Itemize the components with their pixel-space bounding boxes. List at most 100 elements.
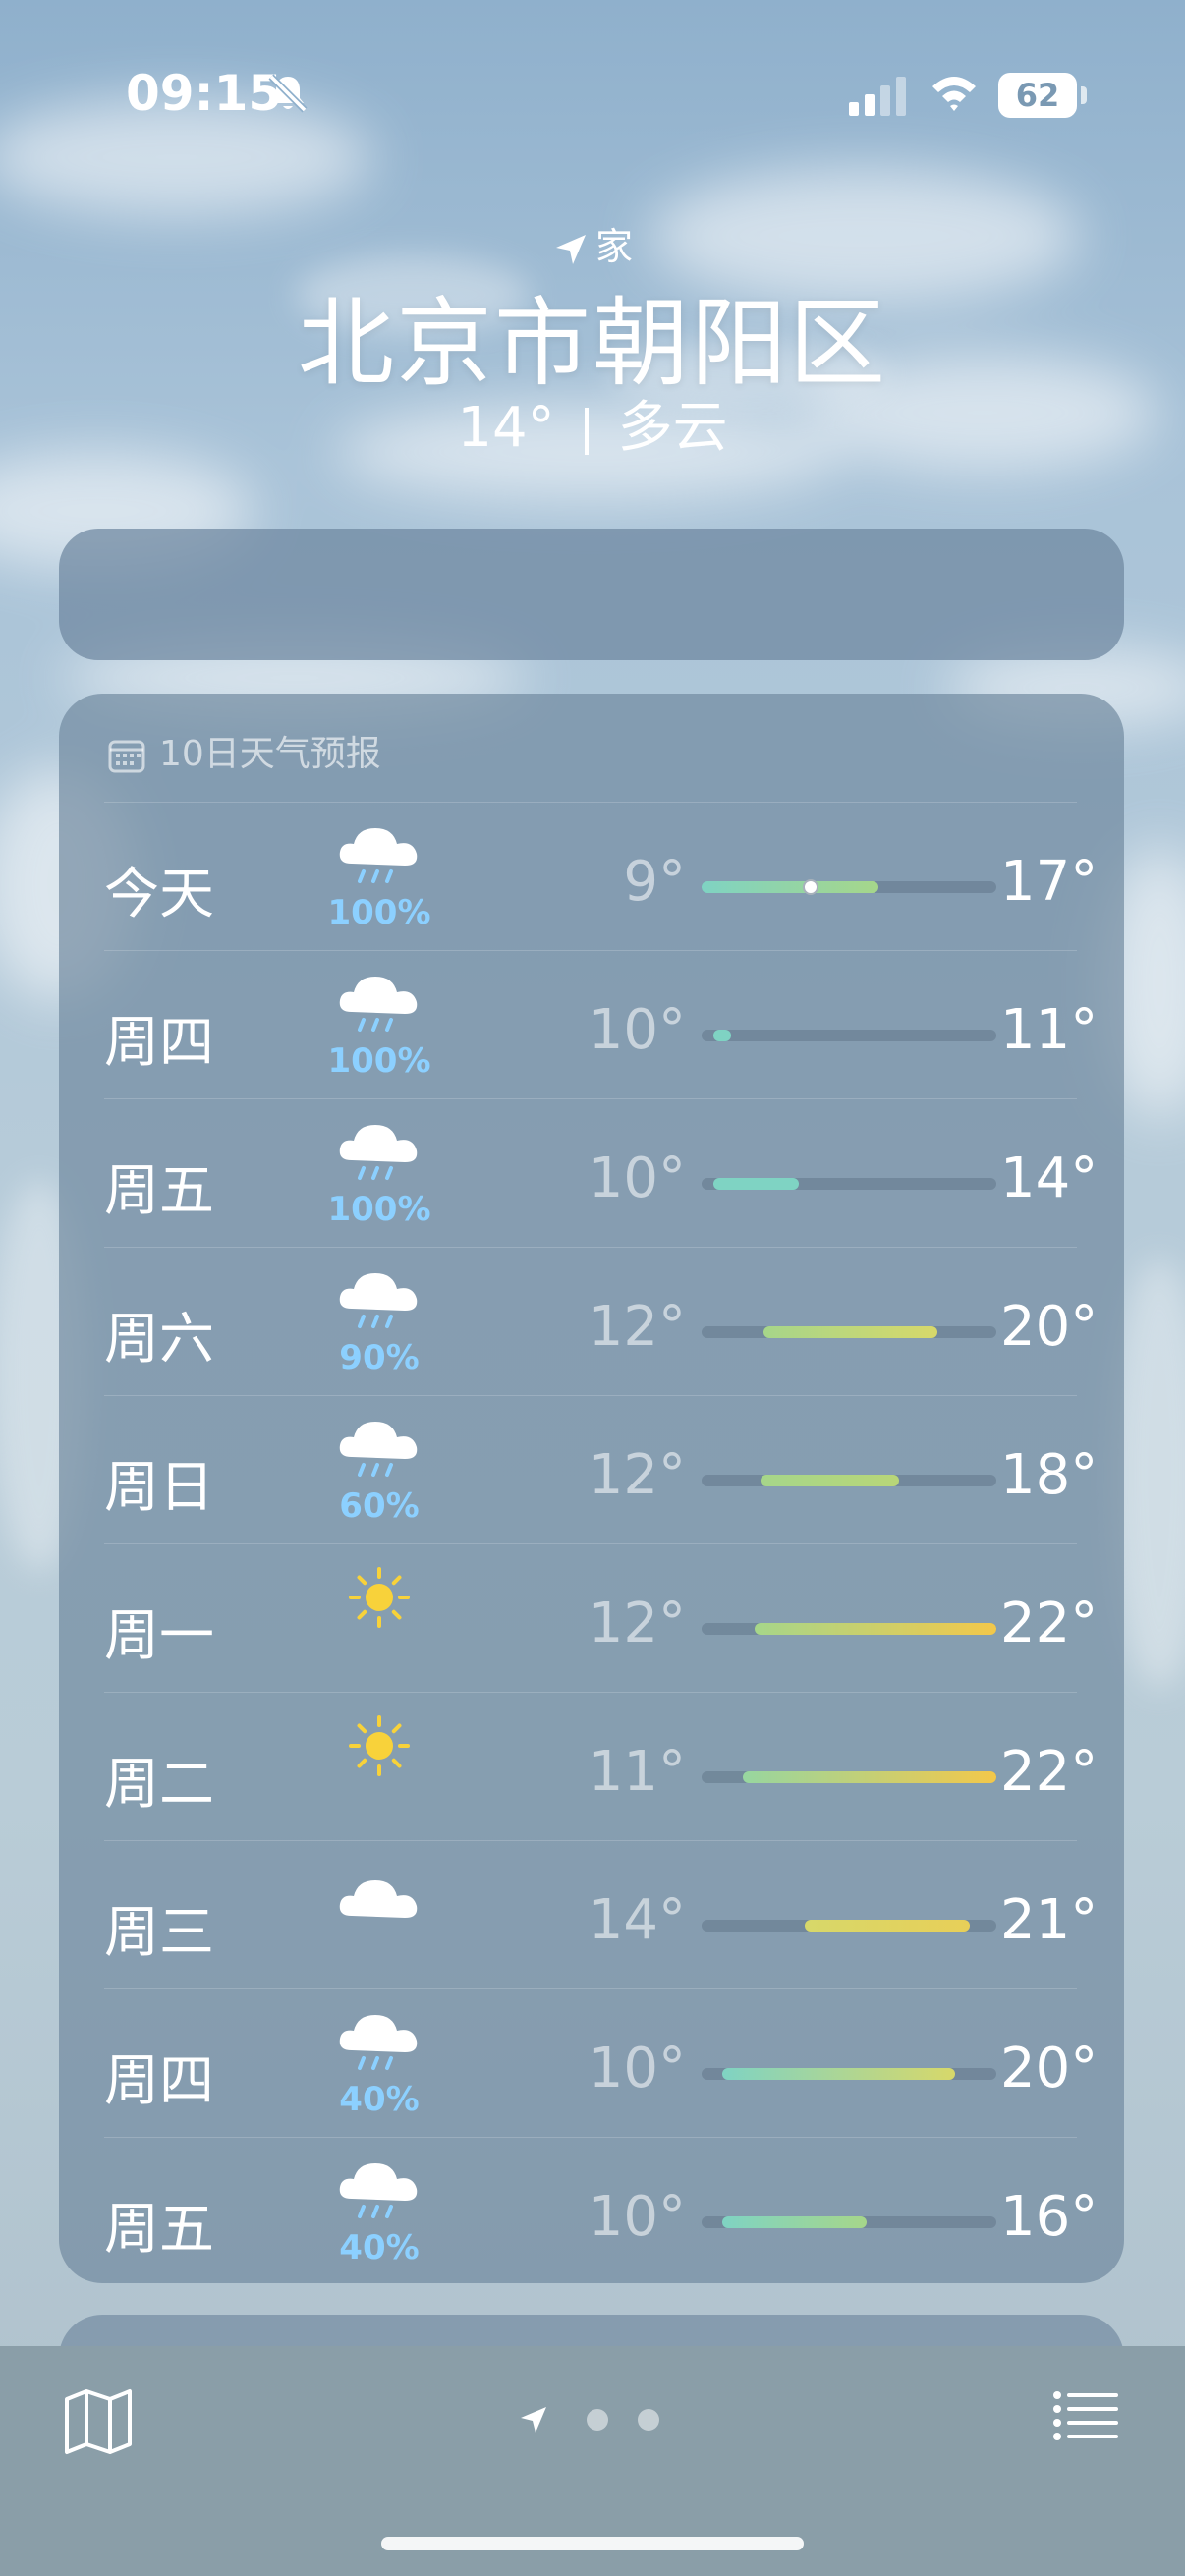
temperature-range-bar bbox=[702, 1178, 996, 1190]
high-temperature: 16° bbox=[1000, 2185, 1099, 2249]
low-temperature: 9° bbox=[623, 850, 686, 914]
status-bar: 09:15 62 bbox=[0, 0, 1185, 187]
forecast-row[interactable]: 周三 14° 21° bbox=[104, 1840, 1099, 1989]
temperature-range-bar bbox=[702, 1326, 996, 1338]
day-label: 周五 bbox=[104, 2198, 214, 2262]
temperature-range-bar bbox=[702, 1475, 996, 1486]
day-label: 周四 bbox=[104, 2049, 214, 2113]
ten-day-forecast-card[interactable]: 10日天气预报 今天 100% 9° 17° 周四 100% 10° 11° 周五 100% 10°… bbox=[59, 694, 1124, 2283]
forecast-row[interactable]: 周五 100% 10° 14° bbox=[104, 1098, 1099, 1248]
location-label-row: 家 bbox=[0, 216, 1185, 268]
temperature-range-fill bbox=[713, 1178, 799, 1190]
list-icon[interactable] bbox=[1051, 2387, 1120, 2446]
temperature-range-bar bbox=[702, 1920, 996, 1932]
low-temperature: 14° bbox=[588, 1888, 686, 1952]
low-temperature: 12° bbox=[588, 1592, 686, 1655]
high-temperature: 22° bbox=[1000, 1592, 1099, 1655]
high-temperature: 22° bbox=[1000, 1740, 1099, 1804]
temperature-range-bar bbox=[702, 1771, 996, 1783]
temperature-range-bar bbox=[702, 879, 996, 895]
sun-icon bbox=[330, 1562, 428, 1631]
cellular-signal-icon bbox=[849, 77, 906, 116]
location-arrow-icon bbox=[521, 2407, 546, 2433]
temperature-range-bar bbox=[702, 1623, 996, 1635]
temperature-range-fill bbox=[702, 881, 878, 893]
forecast-row[interactable]: 周五 40% 10° 16° bbox=[104, 2137, 1099, 2286]
low-temperature: 10° bbox=[588, 2185, 686, 2249]
forecast-row[interactable]: 周二 11° 22° bbox=[104, 1692, 1099, 1841]
day-label: 周四 bbox=[104, 1011, 214, 1075]
hourly-forecast-card[interactable] bbox=[59, 529, 1124, 660]
day-label: 周三 bbox=[104, 1901, 214, 1965]
location-label: 家 bbox=[594, 225, 633, 268]
precipitation-chance: 40% bbox=[339, 2080, 420, 2119]
separator bbox=[584, 407, 589, 455]
page-dot bbox=[638, 2409, 659, 2431]
home-indicator[interactable] bbox=[381, 2537, 804, 2550]
temperature-range-fill bbox=[722, 2216, 867, 2228]
page-indicator[interactable] bbox=[519, 2393, 666, 2448]
low-temperature: 10° bbox=[588, 2037, 686, 2100]
page-dot bbox=[587, 2409, 608, 2431]
wifi-icon bbox=[932, 77, 976, 111]
low-temperature: 11° bbox=[588, 1740, 686, 1804]
rain-cloud-icon bbox=[330, 1414, 428, 1483]
temperature-range-fill bbox=[763, 1326, 937, 1338]
day-label: 周二 bbox=[104, 1753, 214, 1817]
forecast-row[interactable]: 今天 100% 9° 17° bbox=[104, 802, 1099, 951]
day-label: 周五 bbox=[104, 1159, 214, 1223]
precipitation-chance: 100% bbox=[327, 1190, 431, 1229]
temperature-range-fill bbox=[761, 1475, 899, 1486]
rain-cloud-icon bbox=[330, 820, 428, 889]
temperature-range-fill bbox=[743, 1771, 996, 1783]
forecast-row[interactable]: 周六 90% 12° 20° bbox=[104, 1247, 1099, 1396]
day-label: 周六 bbox=[104, 1308, 214, 1372]
location-arrow-icon bbox=[555, 234, 586, 264]
current-temperature-dot bbox=[803, 879, 818, 895]
high-temperature: 21° bbox=[1000, 1888, 1099, 1952]
day-label: 周日 bbox=[104, 1456, 214, 1520]
temperature-range-fill bbox=[713, 1030, 731, 1041]
forecast-row[interactable]: 周四 40% 10° 20° bbox=[104, 1988, 1099, 2138]
high-temperature: 17° bbox=[1000, 850, 1099, 914]
cloud-icon bbox=[330, 1859, 428, 1928]
precipitation-chance: 60% bbox=[339, 1486, 420, 1526]
forecast-row[interactable]: 周一 12° 22° bbox=[104, 1543, 1099, 1693]
precipitation-chance: 40% bbox=[339, 2228, 420, 2268]
high-temperature: 11° bbox=[1000, 998, 1099, 1062]
forecast-header-label: 10日天气预报 bbox=[159, 734, 381, 774]
precipitation-chance: 100% bbox=[327, 893, 431, 932]
current-summary: 14° 多云 bbox=[0, 383, 1185, 463]
low-temperature: 10° bbox=[588, 1147, 686, 1210]
temperature-range-fill bbox=[755, 1623, 996, 1635]
high-temperature: 14° bbox=[1000, 1147, 1099, 1210]
current-condition: 多云 bbox=[617, 396, 728, 460]
calendar-icon bbox=[108, 740, 145, 773]
high-temperature: 18° bbox=[1000, 1443, 1099, 1507]
low-temperature: 12° bbox=[588, 1443, 686, 1507]
high-temperature: 20° bbox=[1000, 1295, 1099, 1359]
map-icon[interactable] bbox=[61, 2383, 136, 2458]
temperature-range-fill bbox=[805, 1920, 970, 1932]
precipitation-chance: 100% bbox=[327, 1041, 431, 1081]
rain-cloud-icon bbox=[330, 2156, 428, 2224]
sun-icon bbox=[330, 1710, 428, 1779]
temperature-range-bar bbox=[702, 1030, 996, 1041]
precipitation-chance: 90% bbox=[339, 1338, 420, 1377]
temperature-range-fill bbox=[722, 2068, 955, 2080]
battery-indicator: 62 bbox=[998, 73, 1087, 118]
forecast-header: 10日天气预报 bbox=[108, 725, 381, 784]
rain-cloud-icon bbox=[330, 2007, 428, 2076]
temperature-range-bar bbox=[702, 2216, 996, 2228]
forecast-row[interactable]: 周四 100% 10° 11° bbox=[104, 950, 1099, 1099]
forecast-row[interactable]: 周日 60% 12° 18° bbox=[104, 1395, 1099, 1544]
rain-cloud-icon bbox=[330, 969, 428, 1037]
rain-cloud-icon bbox=[330, 1117, 428, 1186]
bell-muted-icon bbox=[268, 74, 308, 113]
day-label: 周一 bbox=[104, 1604, 214, 1668]
low-temperature: 10° bbox=[588, 998, 686, 1062]
rain-cloud-icon bbox=[330, 1265, 428, 1334]
high-temperature: 20° bbox=[1000, 2037, 1099, 2100]
temperature-range-bar bbox=[702, 2068, 996, 2080]
current-temperature: 14° bbox=[457, 396, 555, 460]
